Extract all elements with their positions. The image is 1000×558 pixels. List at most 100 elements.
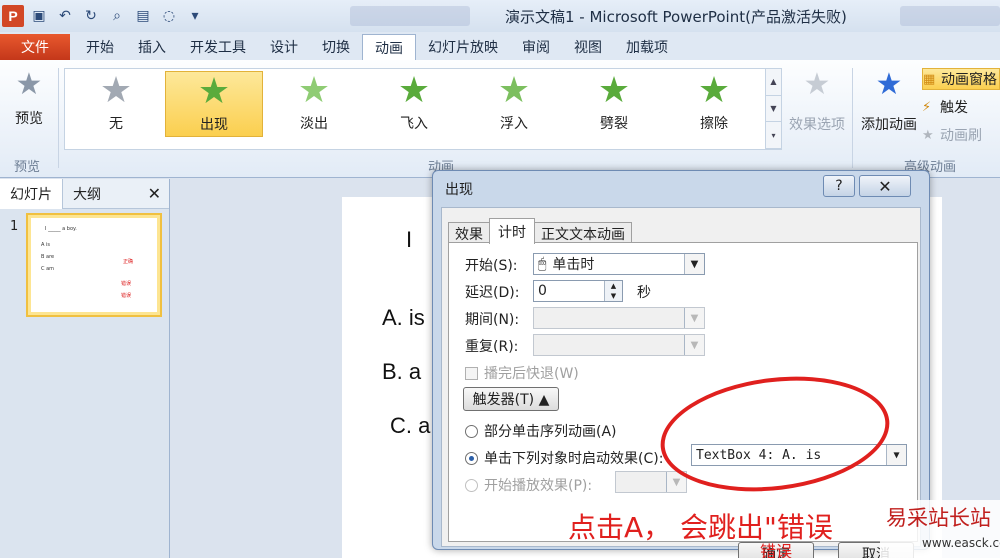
radio-click-object-row[interactable]: 单击下列对象时启动效果(C): [465, 448, 663, 468]
effect-options-button[interactable]: ★ 效果选项 [784, 68, 850, 150]
radio-click-object[interactable] [465, 451, 478, 465]
tab-slides[interactable]: 幻灯片 [0, 178, 63, 209]
delay-unit: 秒 [637, 285, 651, 301]
watermark-text: 易采站长站 [886, 506, 991, 530]
animation-pane-label: 动画窗格 [941, 72, 997, 88]
trigger-toggle-button[interactable]: 触发器(T) ▲ [463, 387, 559, 411]
tab-effect[interactable]: 效果 [448, 222, 490, 244]
slide-line: I [406, 227, 413, 252]
thumbnail-content: I _____ a boy. A is B are C am 正确 错误 错误 [31, 218, 157, 312]
star-icon: ★ [497, 70, 531, 111]
delay-value: 0 [538, 283, 547, 299]
gallery-label: 擦除 [700, 116, 728, 132]
effect-options-label: 效果选项 [789, 117, 845, 133]
animation-painter-button[interactable]: ★ 动画刷 [922, 124, 1000, 146]
tab-timing[interactable]: 计时 [489, 218, 535, 244]
option-c-textbox[interactable]: C. a [390, 413, 430, 439]
animation-fade[interactable]: ★ 淡出 [265, 71, 363, 137]
preview-star-icon: ★ [15, 67, 43, 102]
option-b-textbox[interactable]: B. a [382, 359, 421, 385]
ribbon: ★ 预览 预览 ★ 无 ★ 出现 ★ 淡出 ★ 飞入 ★ 浮入 ★ 劈裂 ★ 擦… [0, 60, 1000, 178]
start-label: 开始(S): [465, 258, 518, 274]
annotation-subtext: 错误 [760, 542, 793, 558]
radio-sequence[interactable] [465, 424, 478, 438]
format-icon[interactable]: ◌ [158, 5, 180, 27]
tab-outline[interactable]: 大纲 [63, 179, 111, 209]
radio-sequence-row[interactable]: 部分单击序列动画(A) [465, 421, 617, 441]
thumb-mark: 正确 [123, 259, 134, 265]
save-icon[interactable]: ▣ [28, 5, 50, 27]
group-label-preview: 预览 [14, 160, 41, 175]
tab-file[interactable]: 文件 [0, 34, 70, 60]
scroll-down-icon[interactable]: ▼ [766, 96, 781, 123]
tab-animations[interactable]: 动画 [362, 34, 416, 60]
close-icon[interactable]: ✕ [148, 184, 161, 203]
taskbar-blur [350, 6, 470, 26]
trigger-button[interactable]: ⚡ 触发 [922, 96, 1000, 118]
thumb-line: I _____ a boy. [45, 226, 77, 232]
slide-number: 1 [10, 219, 19, 234]
thumb-mark: 错误 [121, 281, 132, 287]
animation-none[interactable]: ★ 无 [67, 71, 165, 137]
preview-label: 预览 [15, 111, 43, 127]
animation-pane-icon: ▦ [923, 71, 936, 87]
tab-developer[interactable]: 开发工具 [178, 34, 258, 60]
tab-transitions[interactable]: 切换 [310, 34, 362, 60]
add-animation-button[interactable]: ★ 添加动画 [858, 68, 920, 150]
animation-appear[interactable]: ★ 出现 [165, 71, 263, 137]
gallery-more-icon[interactable]: ▾ [766, 122, 781, 150]
gallery-label: 劈裂 [600, 116, 628, 132]
repeat-label: 重复(R): [465, 339, 519, 355]
slide-thumbnail[interactable]: I _____ a boy. A is B are C am 正确 错误 错误 [26, 213, 162, 317]
animation-pane-button[interactable]: ▦ 动画窗格 [922, 68, 1000, 90]
star-icon: ★ [397, 70, 431, 111]
dialog-title: 出现 [445, 182, 473, 198]
preview-button[interactable]: ★ 预览 [6, 68, 52, 148]
chevron-down-icon: ▼ [684, 335, 704, 355]
star-icon: ★ [597, 70, 631, 111]
thumb-line: B are [41, 254, 55, 260]
play-effect-select: ▼ [615, 471, 687, 493]
undo-icon[interactable]: ↶ [54, 5, 76, 27]
chevron-down-icon: ▼ [684, 308, 704, 328]
spin-down-icon[interactable]: ▼ [604, 291, 622, 301]
tab-text-animation[interactable]: 正文文本动画 [534, 222, 632, 244]
powerpoint-logo-icon[interactable]: P [2, 5, 24, 27]
gallery-scrollbar[interactable]: ▲ ▼ ▾ [765, 69, 781, 150]
lightning-icon: ⚡ [922, 99, 932, 115]
start-select[interactable]: 🖱 单击时 ▼ [533, 253, 705, 275]
dialog-tabs: 效果 计时 正文文本动画 [448, 218, 632, 244]
redo-icon[interactable]: ↻ [80, 5, 102, 27]
star-icon: ★ [197, 71, 231, 112]
animation-split[interactable]: ★ 劈裂 [565, 71, 663, 137]
spin-up-icon[interactable]: ▲ [604, 281, 622, 291]
tab-home[interactable]: 开始 [74, 34, 126, 60]
chevron-down-icon: ▼ [684, 254, 704, 274]
tab-addins[interactable]: 加载项 [614, 34, 680, 60]
effect-options-icon: ★ [803, 67, 831, 102]
gallery-label: 出现 [200, 117, 228, 133]
tab-slideshow[interactable]: 幻灯片放映 [416, 34, 510, 60]
animation-painter-label: 动画刷 [940, 128, 982, 144]
animation-wipe[interactable]: ★ 擦除 [665, 71, 763, 137]
tab-view[interactable]: 视图 [562, 34, 614, 60]
option-a-textbox[interactable]: A. is [382, 305, 425, 331]
find-icon[interactable]: ⌕ [106, 5, 128, 27]
close-icon[interactable]: ✕ [859, 175, 911, 197]
gallery-label: 浮入 [500, 116, 528, 132]
animation-fly-in[interactable]: ★ 飞入 [365, 71, 463, 137]
customize-qat-icon[interactable]: ▾ [184, 5, 206, 27]
paste-icon[interactable]: ▤ [132, 5, 154, 27]
help-icon[interactable]: ? [823, 175, 855, 197]
taskbar-blur [900, 6, 1000, 26]
tab-review[interactable]: 审阅 [510, 34, 562, 60]
tab-insert[interactable]: 插入 [126, 34, 178, 60]
title-bar: P ▣ ↶ ↻ ⌕ ▤ ◌ ▾ 演示文稿1 - Microsoft PowerP… [0, 0, 1000, 32]
animation-gallery: ★ 无 ★ 出现 ★ 淡出 ★ 飞入 ★ 浮入 ★ 劈裂 ★ 擦除 ▲ ▼ ▾ [64, 68, 782, 150]
thumb-mark: 错误 [121, 293, 132, 299]
animation-float-in[interactable]: ★ 浮入 [465, 71, 563, 137]
tab-design[interactable]: 设计 [258, 34, 310, 60]
scroll-up-icon[interactable]: ▲ [766, 69, 781, 96]
delay-stepper[interactable]: 0 ▲ ▼ [533, 280, 623, 302]
group-divider [58, 68, 59, 168]
